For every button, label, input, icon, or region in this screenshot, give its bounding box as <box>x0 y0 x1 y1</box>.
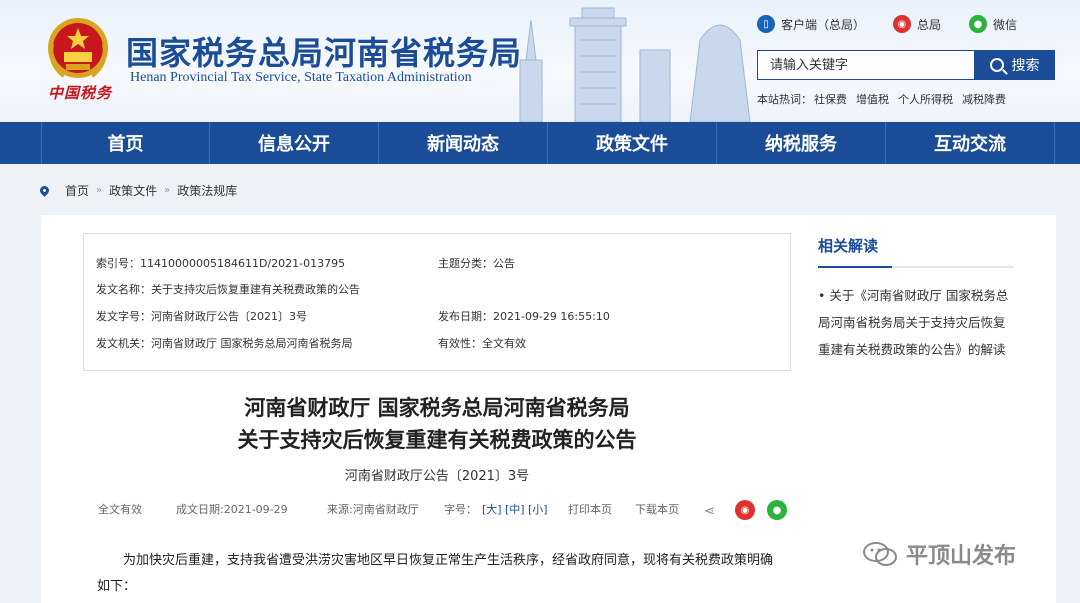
hot-word[interactable]: 减税降费 <box>962 91 1006 107</box>
share-icon[interactable]: ⋖ <box>704 504 715 519</box>
nav-item-info-disclosure[interactable]: 信息公开 <box>210 122 379 164</box>
tool-source: 来源:河南省财政厅 <box>327 503 419 516</box>
meta-publish-date: 发布日期：2021-09-29 16:55:10 <box>438 310 610 323</box>
breadcrumb-home[interactable]: 首页 <box>65 182 89 199</box>
weibo-link-label: 总局 <box>917 17 942 32</box>
chevron-right-icon: » <box>164 185 171 196</box>
tax-seal-text: 中国税务 <box>48 84 113 102</box>
site-title[interactable]: 国家税务总局河南省税务局 <box>126 28 522 74</box>
font-size-medium-button[interactable]: [中] <box>505 501 525 517</box>
document-number: 河南省财政厅公告〔2021〕3号 <box>344 469 530 484</box>
chevron-right-icon: » <box>96 185 103 196</box>
wechat-icon: ● <box>969 15 988 33</box>
search-input[interactable] <box>757 50 974 80</box>
document-body: 为加快灾后重建，支持我省遭受洪涝灾害地区早日恢复正常生产生活秩序，经省政府同意，… <box>97 553 774 594</box>
document-title-line2: 关于支持灾后恢复重建有关税费政策的公告 <box>237 428 637 452</box>
hot-words-label: 本站热词： <box>757 93 812 106</box>
meta-doc-name: 发文名称：关于支持灾后恢复重建有关税费政策的公告 <box>96 283 360 296</box>
nav-item-tax-service[interactable]: 纳税服务 <box>717 122 886 164</box>
hot-words: 本站热词： 社保费 增值税 个人所得税 减税降费 <box>757 91 1006 107</box>
wechat-watermark-icon <box>863 542 897 566</box>
main-nav: 首页 信息公开 新闻动态 政策文件 纳税服务 互动交流 <box>0 122 1080 164</box>
tool-date: 成文日期:2021-09-29 <box>176 503 288 516</box>
nav-item-news[interactable]: 新闻动态 <box>379 122 548 164</box>
meta-validity: 有效性：全文有效 <box>438 337 526 350</box>
font-size-small-button[interactable]: [小] <box>528 501 548 517</box>
tool-validity: 全文有效 <box>98 503 142 516</box>
location-pin-icon <box>38 184 51 197</box>
breadcrumb: 首页 » 政策文件 » 政策法规库 <box>38 182 237 199</box>
hot-word[interactable]: 个人所得税 <box>898 91 953 107</box>
meta-index-no: 索引号：11410000005184611D/2021-013795 <box>96 257 346 270</box>
client-link[interactable]: ▯ 客户端（总局） <box>757 15 865 33</box>
client-link-label: 客户端（总局） <box>781 17 866 32</box>
watermark-text: 平顶山发布 <box>906 544 1017 569</box>
download-button[interactable]: 下载本页 <box>635 501 679 517</box>
wechat-link-label: 微信 <box>993 17 1018 32</box>
national-tax-emblem-icon <box>48 18 108 78</box>
weibo-share-icon[interactable]: ◉ <box>735 500 755 520</box>
wechat-link[interactable]: ● 微信 <box>969 15 1017 33</box>
nav-item-policy[interactable]: 政策文件 <box>548 122 717 164</box>
font-size-large-button[interactable]: [大] <box>482 501 502 517</box>
hot-word[interactable]: 增值税 <box>856 91 889 107</box>
breadcrumb-policy-library[interactable]: 政策法规库 <box>177 182 237 199</box>
search-box: 搜索 <box>757 50 1055 80</box>
related-reading-link[interactable]: • 关于《河南省财政厅 国家税务总局河南省税务局关于支持灾后恢复重建有关税费政策… <box>818 282 1014 363</box>
weibo-icon: ◉ <box>893 15 912 33</box>
mobile-client-icon: ▯ <box>757 15 775 33</box>
related-readings: 相关解读 • 关于《河南省财政厅 国家税务总局河南省税务局关于支持灾后恢复重建有… <box>818 235 1014 363</box>
meta-issuer: 发文机关：河南省财政厅 国家税务总局河南省税务局 <box>96 337 353 350</box>
site-subtitle: Henan Provincial Tax Service, State Taxa… <box>130 70 472 85</box>
font-size-label: 字号： <box>444 503 477 516</box>
search-icon <box>989 58 1004 72</box>
search-button-label: 搜索 <box>1011 58 1040 74</box>
document-title: 河南省财政厅 国家税务总局河南省税务局 关于支持灾后恢复重建有关税费政策的公告 <box>83 392 791 456</box>
meta-doc-code: 发文字号：河南省财政厅公告〔2021〕3号 <box>96 310 307 323</box>
site-header: 中国税务 国家税务总局河南省税务局 Henan Provincial Tax S… <box>0 0 1080 122</box>
related-readings-title: 相关解读 <box>818 235 1014 268</box>
top-links: ▯ 客户端（总局） ◉ 总局 ● 微信 <box>757 15 1017 33</box>
search-button[interactable]: 搜索 <box>974 50 1055 80</box>
print-button[interactable]: 打印本页 <box>568 501 612 517</box>
nav-item-home[interactable]: 首页 <box>41 122 210 164</box>
wechat-share-icon[interactable]: ● <box>767 500 787 520</box>
document-title-line1: 河南省财政厅 国家税务总局河南省税务局 <box>244 396 630 420</box>
document-meta-box: 索引号：11410000005184611D/2021-013795 主题分类：… <box>83 233 791 371</box>
nav-item-interaction[interactable]: 互动交流 <box>886 122 1055 164</box>
weibo-link[interactable]: ◉ 总局 <box>893 15 941 33</box>
watermark: 平顶山发布 <box>862 538 1016 570</box>
breadcrumb-policy[interactable]: 政策文件 <box>109 182 157 199</box>
meta-topic: 主题分类：公告 <box>438 257 515 270</box>
city-skyline-illustration <box>519 7 751 122</box>
hot-word[interactable]: 社保费 <box>814 91 847 107</box>
